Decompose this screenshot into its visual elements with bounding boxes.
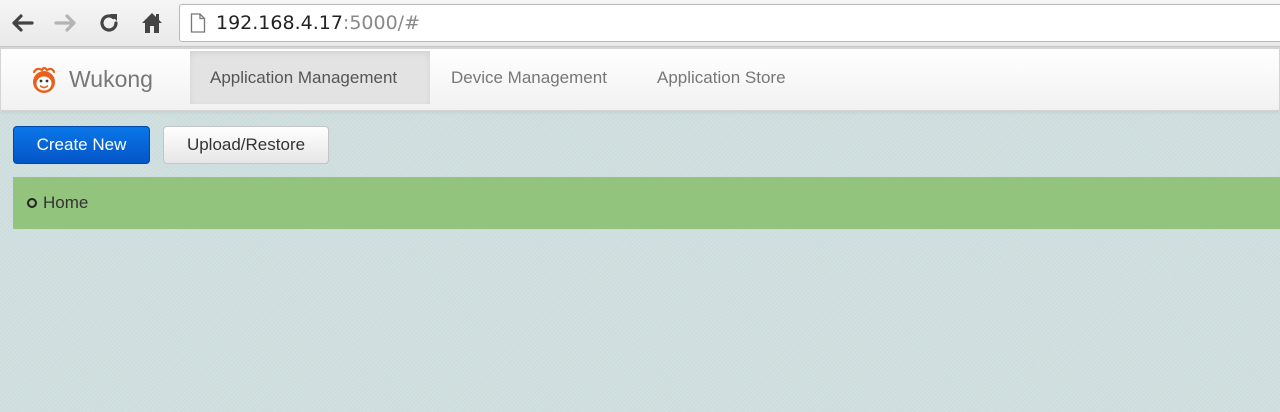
- breadcrumb-home[interactable]: Home: [43, 193, 88, 213]
- back-arrow-icon: [12, 14, 34, 32]
- app-navbar: Wukong Application Management Device Man…: [0, 48, 1280, 111]
- brand[interactable]: Wukong: [27, 49, 153, 110]
- nav-application-management[interactable]: Application Management: [190, 51, 430, 104]
- back-button[interactable]: [7, 8, 37, 38]
- home-icon: [142, 13, 162, 33]
- nav-device-management[interactable]: Device Management: [431, 51, 627, 104]
- reload-button[interactable]: [94, 8, 124, 38]
- create-new-button[interactable]: Create New: [13, 126, 150, 164]
- forward-button[interactable]: [51, 8, 81, 38]
- address-bar[interactable]: 192.168.4.17:5000/#: [179, 4, 1280, 42]
- home-button[interactable]: [137, 8, 167, 38]
- breadcrumb: Home: [13, 177, 1280, 229]
- url-port-path: :5000/#: [342, 12, 420, 34]
- wukong-logo-icon: [27, 63, 61, 97]
- url-host: 192.168.4.17: [216, 12, 343, 34]
- browser-toolbar: 192.168.4.17:5000/#: [0, 0, 1280, 47]
- page-icon: [188, 12, 208, 34]
- url-text: 192.168.4.17:5000/#: [216, 12, 420, 34]
- brand-name: Wukong: [69, 66, 153, 92]
- forward-arrow-icon: [54, 14, 76, 32]
- circle-bullet-icon: [26, 197, 38, 209]
- upload-restore-button[interactable]: Upload/Restore: [163, 126, 329, 164]
- nav-application-store[interactable]: Application Store: [637, 51, 806, 104]
- reload-icon: [100, 14, 118, 32]
